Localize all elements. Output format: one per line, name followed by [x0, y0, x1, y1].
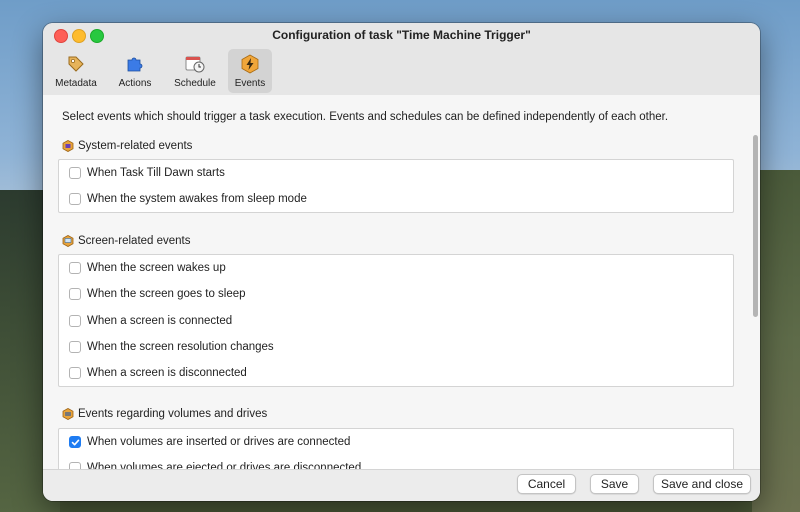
button-bar: Cancel Save Save and close	[43, 469, 760, 501]
checkbox-volumes-inserted[interactable]: When volumes are inserted or drives are …	[69, 436, 350, 448]
checkbox-system-awakes[interactable]: When the system awakes from sleep mode	[69, 193, 307, 205]
section-label: System-related events	[78, 140, 193, 152]
checkbox[interactable]	[69, 193, 81, 205]
tab-label: Actions	[118, 78, 152, 89]
checkbox-screen-wakes-up[interactable]: When the screen wakes up	[69, 262, 226, 274]
save-and-close-button[interactable]: Save and close	[653, 474, 751, 494]
checkbox[interactable]	[69, 288, 81, 300]
checkmark-icon	[71, 439, 79, 445]
checkbox-label: When the system awakes from sleep mode	[87, 193, 307, 205]
checkbox-label: When the screen goes to sleep	[87, 288, 246, 300]
section-title-volumes: Events regarding volumes and drives	[62, 408, 267, 420]
checkbox[interactable]	[69, 262, 81, 274]
checkbox-label: When Task Till Dawn starts	[87, 167, 225, 179]
tab-events[interactable]: Events	[228, 49, 272, 93]
calendar-clock-icon	[184, 53, 206, 75]
checkbox-screen-disconnected[interactable]: When a screen is disconnected	[69, 367, 247, 379]
tab-metadata[interactable]: Metadata	[52, 49, 100, 93]
events-panel[interactable]: Select events which should trigger a tas…	[43, 95, 760, 470]
volume-events-group: When volumes are inserted or drives are …	[58, 428, 734, 470]
checkbox-label: When volumes are inserted or drives are …	[87, 436, 351, 448]
tab-label: Schedule	[174, 78, 216, 89]
section-title-system: System-related events	[62, 140, 192, 152]
checkbox-label: When the screen resolution changes	[87, 341, 274, 353]
checkbox-screen-goes-to-sleep[interactable]: When the screen goes to sleep	[69, 288, 246, 300]
puzzle-icon	[124, 53, 146, 75]
lightning-icon	[239, 53, 261, 75]
checkbox-label: When the screen wakes up	[87, 262, 226, 274]
checkbox-label: When a screen is disconnected	[87, 367, 247, 379]
section-label: Events regarding volumes and drives	[78, 408, 268, 420]
tab-actions[interactable]: Actions	[111, 49, 159, 93]
screen-section-icon	[62, 235, 74, 247]
tag-icon	[65, 53, 87, 75]
checkbox[interactable]	[69, 315, 81, 327]
system-events-group: When Task Till Dawn starts When the syst…	[58, 159, 734, 213]
toolbar: Metadata Actions Schedule Events	[43, 47, 760, 96]
checkbox[interactable]	[69, 367, 81, 379]
checkbox[interactable]	[69, 341, 81, 353]
vertical-scrollbar[interactable]	[753, 135, 758, 317]
checkbox-resolution-changes[interactable]: When the screen resolution changes	[69, 341, 274, 353]
checkbox-task-till-dawn-starts[interactable]: When Task Till Dawn starts	[69, 167, 225, 179]
checkbox[interactable]	[69, 436, 81, 448]
section-title-screen: Screen-related events	[62, 235, 191, 247]
system-section-icon	[62, 140, 74, 152]
checkbox-screen-connected[interactable]: When a screen is connected	[69, 315, 232, 327]
checkbox[interactable]	[69, 167, 81, 179]
cancel-button[interactable]: Cancel	[517, 474, 576, 494]
checkbox-label: When a screen is connected	[87, 315, 233, 327]
titlebar: Configuration of task "Time Machine Trig…	[43, 23, 760, 47]
screen-events-group: When the screen wakes up When the screen…	[58, 254, 734, 387]
tab-label: Metadata	[55, 78, 97, 89]
intro-text: Select events which should trigger a tas…	[62, 111, 669, 123]
config-window: Configuration of task "Time Machine Trig…	[43, 23, 760, 501]
volume-section-icon	[62, 408, 74, 420]
save-button[interactable]: Save	[590, 474, 639, 494]
section-label: Screen-related events	[78, 235, 191, 247]
tab-schedule[interactable]: Schedule	[171, 49, 219, 93]
tab-label: Events	[234, 78, 266, 89]
window-title: Configuration of task "Time Machine Trig…	[272, 28, 531, 42]
